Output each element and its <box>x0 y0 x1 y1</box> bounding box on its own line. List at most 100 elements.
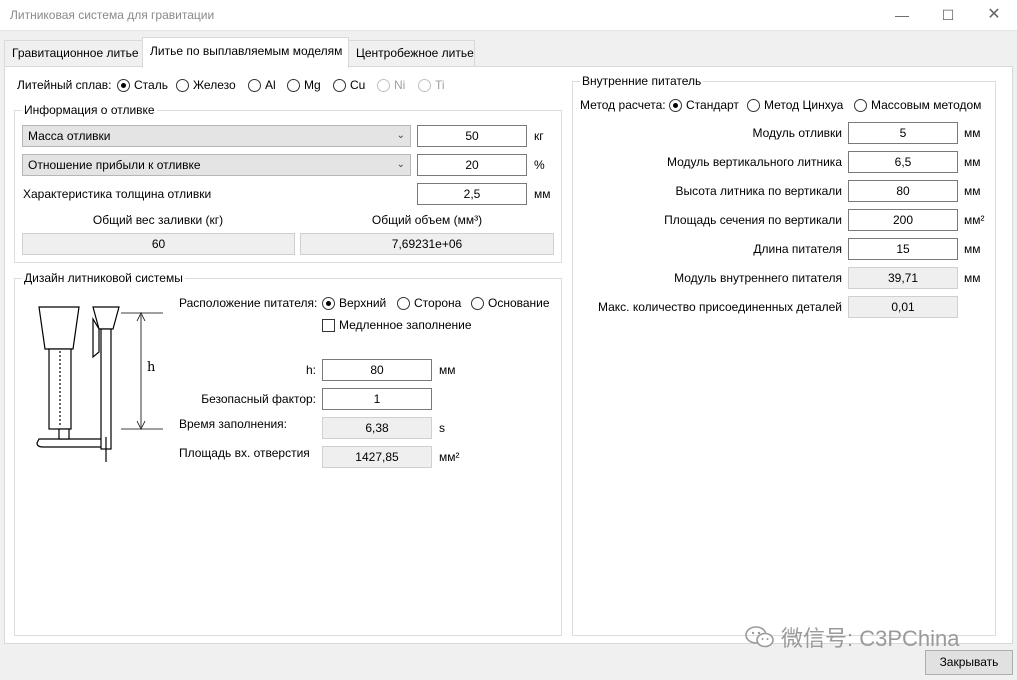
gating-design-group: Дизайн литниковой системы h Расположение… <box>14 271 562 636</box>
sprue-height-input[interactable]: 80 <box>848 180 958 202</box>
position-radio-bottom[interactable]: Основание <box>471 296 550 310</box>
tab-page: Литейный сплав: Сталь Железо Al Mg Cu Ni… <box>4 66 1013 644</box>
tab-investment[interactable]: Литье по выплавляемым моделям <box>142 37 349 68</box>
position-label: Расположение питателя: <box>179 296 318 310</box>
radio-icon <box>377 78 390 92</box>
checkbox-icon <box>322 318 335 332</box>
chevron-down-icon: ⌄ <box>396 159 405 170</box>
radio-icon <box>287 78 300 92</box>
internal-feeder-group: Внутренние питатель Метод расчета: Станд… <box>572 74 996 636</box>
row-label: Модуль внутреннего питателя <box>674 271 842 285</box>
fill-time-label: Время заполнения: <box>179 417 287 431</box>
row-label: Площадь сечения по вертикали <box>664 213 842 227</box>
alloy-radio-steel[interactable]: Сталь <box>117 78 168 92</box>
total-weight-value: 60 <box>22 233 295 255</box>
alloy-radio-cu[interactable]: Cu <box>333 78 365 92</box>
watermark-text: 微信号: C3PChina <box>781 626 960 651</box>
fill-time-value: 6,38 <box>322 417 432 439</box>
position-radio-side[interactable]: Сторона <box>397 296 461 310</box>
inlet-area-unit: мм² <box>439 450 460 464</box>
radio-icon <box>248 78 261 92</box>
inlet-area-label: Площадь вх. отверстия <box>179 446 310 460</box>
minimize-icon[interactable]: — <box>879 0 925 31</box>
method-radio-standard[interactable]: Стандарт <box>669 98 739 112</box>
alloy-label: Литейный сплав: <box>17 78 112 92</box>
row-unit: мм <box>964 242 981 256</box>
ratio-unit: % <box>534 158 545 172</box>
wechat-icon <box>745 626 774 648</box>
feeder-shape <box>58 428 70 440</box>
row-unit: мм <box>964 184 981 198</box>
row-label: Высота литника по вертикали <box>675 184 842 198</box>
radio-icon <box>747 98 760 112</box>
mass-select[interactable]: Масса отливки ⌄ <box>22 125 411 147</box>
internal-feeder-title: Внутренние питатель <box>580 74 704 88</box>
runner-shape <box>36 438 104 448</box>
ratio-input[interactable]: 20 <box>417 154 527 176</box>
thickness-input[interactable]: 2,5 <box>417 183 527 205</box>
gating-design-title: Дизайн литниковой системы <box>22 271 185 285</box>
title-bar: Литниковая система для гравитации — ☐ ✕ <box>0 0 1017 31</box>
chevron-down-icon: ⌄ <box>396 130 405 141</box>
h-unit: мм <box>439 363 456 377</box>
row-label: Макс. количество присоединенных деталей <box>597 300 842 314</box>
row-label: Модуль вертикального литника <box>667 155 842 169</box>
row-unit: мм² <box>964 213 985 227</box>
safety-input[interactable]: 1 <box>322 388 432 410</box>
feeder-length-input[interactable]: 15 <box>848 238 958 260</box>
row-label: Длина питателя <box>753 242 842 256</box>
close-icon[interactable]: ✕ <box>971 0 1017 31</box>
mass-unit: кг <box>534 129 544 143</box>
alloy-radio-mg[interactable]: Mg <box>287 78 321 92</box>
sprue-shape <box>100 328 112 450</box>
tab-centrifugal[interactable]: Центробежное литье <box>348 40 475 67</box>
watermark: 微信号: C3PChina <box>745 621 960 653</box>
slow-fill-checkbox[interactable]: Медленное заполнение <box>322 318 472 332</box>
casting-module-input[interactable]: 5 <box>848 122 958 144</box>
close-button[interactable]: Закрывать <box>925 650 1013 675</box>
alloy-radio-ni: Ni <box>377 78 405 92</box>
method-label: Метод расчета: <box>580 98 666 112</box>
total-volume-label: Общий объем (мм³) <box>371 213 483 227</box>
method-radio-mass[interactable]: Массовым методом <box>854 98 981 112</box>
safety-label: Безопасный фактор: <box>201 392 316 406</box>
radio-icon <box>471 296 484 310</box>
internal-feeder-module-value: 39,71 <box>848 267 958 289</box>
radio-selected-icon <box>117 78 130 92</box>
row-unit: мм <box>964 155 981 169</box>
radio-selected-icon <box>669 98 682 112</box>
radio-icon <box>333 78 346 92</box>
gating-diagram: h <box>36 306 163 462</box>
position-radio-top[interactable]: Верхний <box>322 296 386 310</box>
row-label: Модуль отливки <box>752 126 842 140</box>
sprue-module-input[interactable]: 6,5 <box>848 151 958 173</box>
ratio-select[interactable]: Отношение прибыли к отливке ⌄ <box>22 154 411 176</box>
mass-input[interactable]: 50 <box>417 125 527 147</box>
section-area-input[interactable]: 200 <box>848 209 958 231</box>
window-title: Литниковая система для гравитации <box>10 8 215 22</box>
total-volume-value: 7,69231e+06 <box>300 233 554 255</box>
thickness-label: Характеристика толщина отливки <box>23 187 212 201</box>
alloy-radio-ti: Ti <box>418 78 445 92</box>
radio-selected-icon <box>322 296 335 310</box>
fill-time-unit: s <box>439 421 445 435</box>
casting-info-group: Информация о отливке Масса отливки ⌄ 50 … <box>14 103 562 263</box>
total-weight-label: Общий вес заливки (кг) <box>92 213 224 227</box>
casting-info-title: Информация о отливке <box>22 103 157 117</box>
max-parts-value: 0,01 <box>848 296 958 318</box>
row-unit: мм <box>964 126 981 140</box>
inlet-area-value: 1427,85 <box>322 446 432 468</box>
row-unit: мм <box>964 271 981 285</box>
tab-gravity[interactable]: Гравитационное литье <box>4 40 143 67</box>
method-radio-tsinghua[interactable]: Метод Цинхуа <box>747 98 843 112</box>
diagram-h-label: h <box>147 360 156 375</box>
alloy-radio-iron[interactable]: Железо <box>176 78 236 92</box>
riser-shape <box>38 306 80 350</box>
h-label: h: <box>305 363 316 377</box>
radio-icon <box>418 78 431 92</box>
maximize-icon[interactable]: ☐ <box>925 0 971 31</box>
thickness-unit: мм <box>534 187 551 201</box>
radio-icon <box>854 98 867 112</box>
h-input[interactable]: 80 <box>322 359 432 381</box>
alloy-radio-al[interactable]: Al <box>248 78 276 92</box>
